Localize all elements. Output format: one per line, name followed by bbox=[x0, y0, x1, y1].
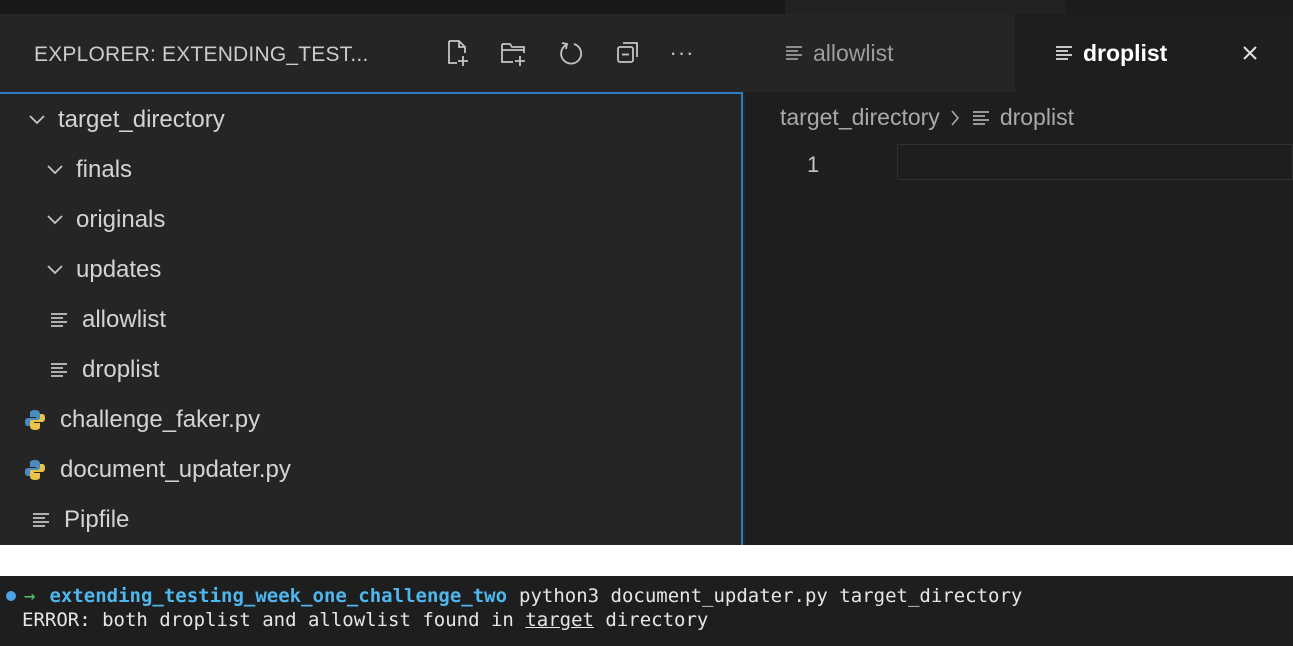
terminal-panel[interactable]: → extending_testing_week_one_challenge_tw… bbox=[0, 576, 1293, 646]
tree-item-label: updates bbox=[76, 256, 162, 283]
chevron-down-icon bbox=[26, 109, 48, 131]
new-file-icon[interactable] bbox=[443, 36, 473, 70]
python-icon bbox=[24, 459, 46, 481]
tree-item-allowlist[interactable]: allowlist bbox=[0, 296, 791, 344]
tree-item-label: challenge_faker.py bbox=[60, 406, 261, 433]
terminal-command-line: → extending_testing_week_one_challenge_tw… bbox=[0, 584, 1022, 608]
tree-item-target-directory[interactable]: target_directory bbox=[0, 96, 767, 144]
breadcrumb-item-file[interactable]: droplist bbox=[1000, 104, 1074, 131]
collapse-all-icon[interactable] bbox=[613, 36, 643, 70]
text-file-icon bbox=[32, 511, 50, 529]
line-number: 1 bbox=[807, 152, 820, 177]
text-file-icon bbox=[785, 44, 803, 62]
tab-label: allowlist bbox=[813, 39, 894, 66]
tree-item-finals[interactable]: finals bbox=[0, 146, 785, 194]
terminal-output-line: ERROR: both droplist and allowlist found… bbox=[22, 608, 708, 632]
tree-item-label: droplist bbox=[82, 356, 160, 383]
refresh-icon[interactable] bbox=[557, 36, 587, 70]
current-line-highlight[interactable] bbox=[897, 144, 1293, 180]
chevron-down-icon bbox=[44, 159, 66, 181]
prompt-arrow-icon: → bbox=[24, 585, 36, 607]
new-folder-icon[interactable] bbox=[499, 36, 529, 70]
tab-droplist[interactable]: droplist bbox=[1015, 14, 1293, 92]
python-icon bbox=[24, 409, 46, 431]
explorer-title: EXPLORER: EXTENDING_TEST... bbox=[34, 43, 369, 66]
prompt-directory: extending_testing_week_one_challenge_two bbox=[49, 585, 508, 607]
error-text: ERROR: both droplist and allowlist found… bbox=[22, 609, 526, 631]
tab-allowlist[interactable]: allowlist bbox=[745, 14, 1015, 92]
tree-item-label: Pipfile bbox=[64, 506, 130, 533]
breadcrumb-item-folder[interactable]: target_directory bbox=[780, 104, 940, 131]
more-actions-icon[interactable]: ··· bbox=[667, 36, 697, 70]
chevron-down-icon bbox=[44, 259, 66, 281]
tree-item-label: finals bbox=[76, 156, 133, 183]
editor-window: EXPLORER: EXTENDING_TEST... ··· target_d… bbox=[0, 0, 1293, 545]
tree-item-label: document_updater.py bbox=[60, 456, 291, 483]
tree-item-document-updater[interactable]: document_updater.py bbox=[0, 446, 765, 494]
text-file-icon bbox=[50, 361, 68, 379]
tab-label: droplist bbox=[1083, 39, 1168, 66]
tree-item-originals[interactable]: originals bbox=[0, 196, 785, 244]
command-status-dot bbox=[6, 591, 16, 601]
terminal-link[interactable]: target bbox=[525, 609, 594, 631]
editor-pane: target_directory droplist 1 bbox=[745, 92, 1293, 545]
chevron-right-icon bbox=[950, 109, 960, 127]
tree-item-label: originals bbox=[76, 206, 166, 233]
tree-item-pipfile[interactable]: Pipfile bbox=[0, 496, 773, 544]
error-text-end: directory bbox=[593, 609, 709, 631]
tree-item-updates[interactable]: updates bbox=[0, 246, 785, 294]
text-file-icon bbox=[1055, 44, 1073, 62]
file-tree: target_directory finals originals update… bbox=[0, 92, 743, 545]
close-icon[interactable] bbox=[1237, 40, 1263, 66]
terminal-command: python3 document_updater.py target_direc… bbox=[519, 585, 1023, 607]
explorer-header: EXPLORER: EXTENDING_TEST... ··· bbox=[0, 14, 745, 92]
editor-tab-bar: allowlist droplist bbox=[745, 14, 1293, 92]
text-file-icon bbox=[972, 109, 990, 127]
breadcrumb: target_directory droplist bbox=[780, 104, 1074, 131]
text-file-icon bbox=[50, 311, 68, 329]
tree-item-label: target_directory bbox=[58, 106, 225, 133]
explorer-sidebar: EXPLORER: EXTENDING_TEST... ··· target_d… bbox=[0, 14, 745, 545]
tree-item-droplist[interactable]: droplist bbox=[0, 346, 791, 394]
window-top-strip bbox=[0, 0, 1293, 14]
tree-item-challenge-faker[interactable]: challenge_faker.py bbox=[0, 396, 765, 444]
tree-item-label: allowlist bbox=[82, 306, 167, 333]
chevron-down-icon bbox=[44, 209, 66, 231]
